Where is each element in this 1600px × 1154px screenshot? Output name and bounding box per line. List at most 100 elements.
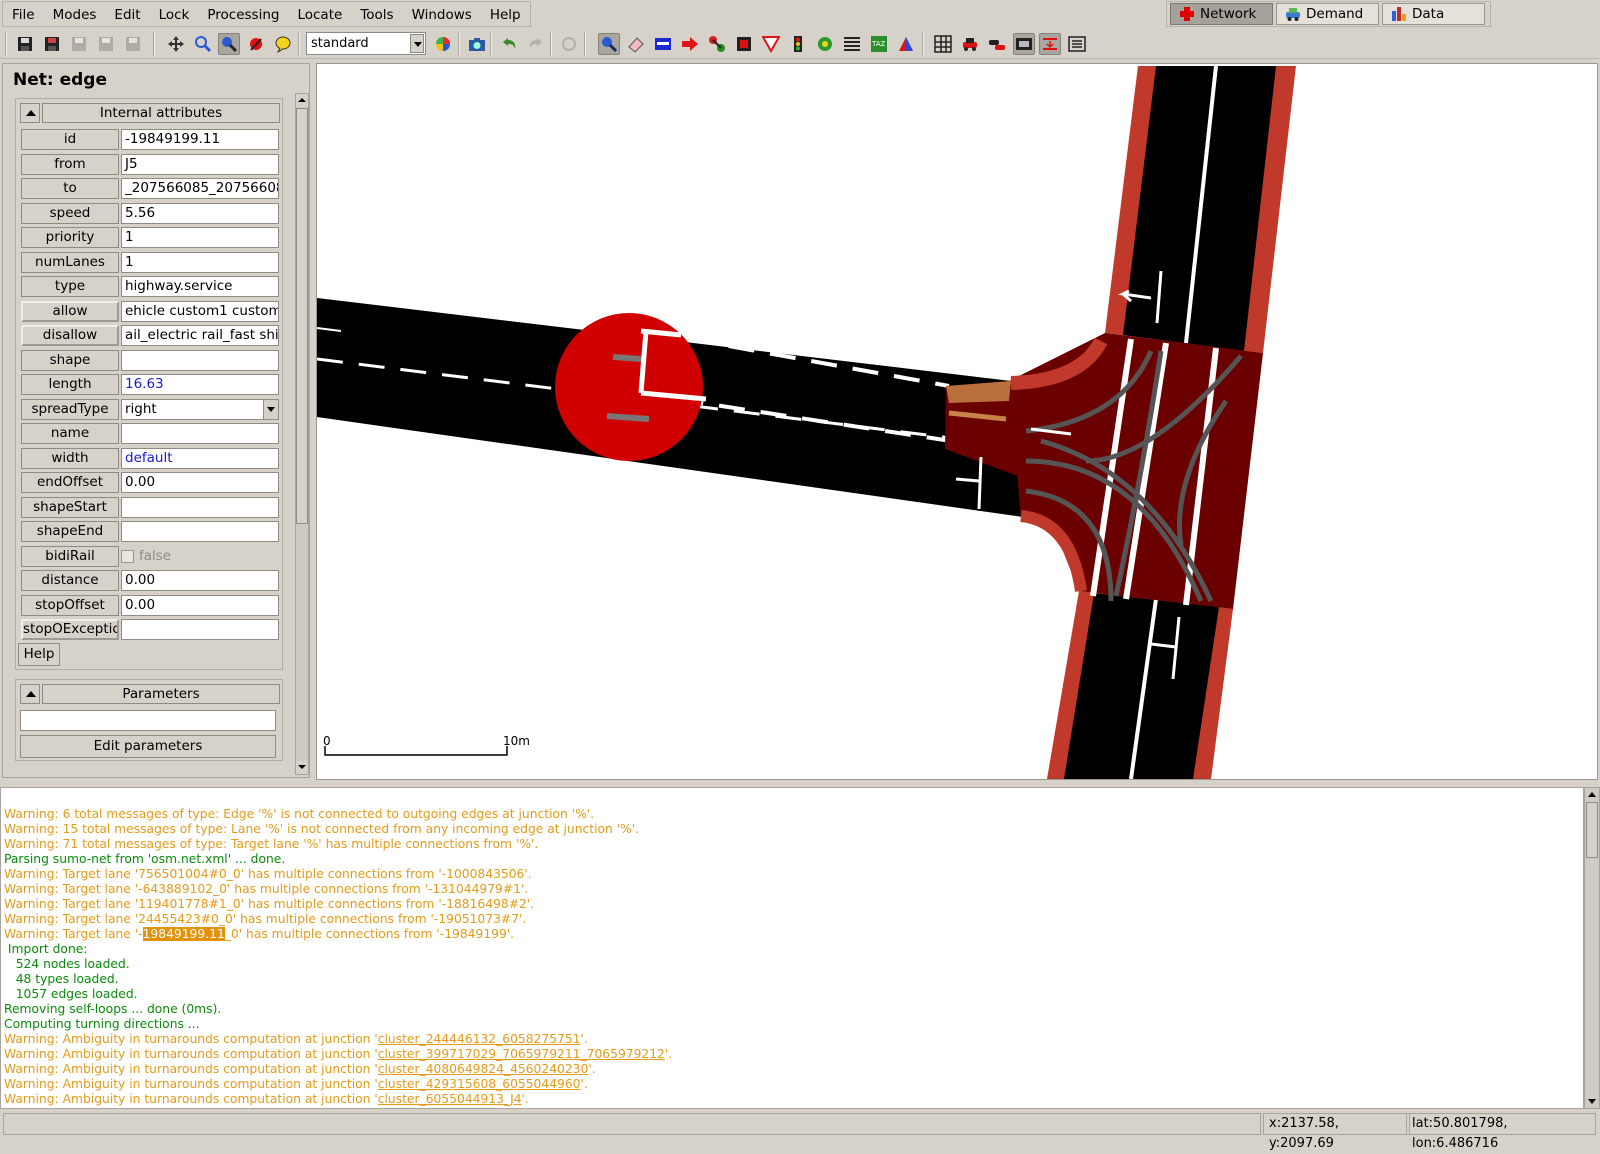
network-mode-button[interactable]: Network: [1170, 3, 1273, 25]
show-demand-button[interactable]: [986, 33, 1008, 55]
locate-button[interactable]: [218, 33, 240, 55]
junction-link[interactable]: cluster_429315608_6055044960: [378, 1077, 581, 1091]
prohibition-mode-button[interactable]: [760, 33, 782, 55]
menu-modes[interactable]: Modes: [44, 2, 106, 26]
collapse-internal-button[interactable]: [20, 103, 40, 123]
attribute-field-name[interactable]: [121, 423, 279, 444]
attribute-field-from[interactable]: J5: [121, 153, 279, 175]
attribute-field-stopoexception[interactable]: [121, 619, 279, 640]
menu-locate[interactable]: Locate: [288, 2, 351, 26]
junction-link[interactable]: cluster_4080649824_4560240230: [378, 1062, 589, 1076]
show-additional-sub-button[interactable]: [1066, 33, 1088, 55]
network-view[interactable]: 0 10m: [316, 63, 1598, 780]
panel-splitter[interactable]: [0, 780, 1600, 787]
attribute-label-allow[interactable]: allow: [21, 300, 119, 322]
save-additionals-button[interactable]: [95, 33, 117, 55]
menu-windows[interactable]: Windows: [403, 2, 481, 26]
menu-edit[interactable]: Edit: [105, 2, 149, 26]
move-mode-button[interactable]: [679, 33, 701, 55]
open-network-button[interactable]: [41, 33, 63, 55]
color-scheme-select[interactable]: standard: [306, 32, 426, 55]
attribute-field-width[interactable]: default: [121, 447, 279, 469]
parameters-title: Parameters: [42, 684, 280, 704]
inspect-mode-button[interactable]: [598, 33, 620, 55]
edit-coloring-button[interactable]: [432, 33, 454, 55]
attribute-field-distance[interactable]: 0.00: [121, 570, 279, 591]
save-network-button[interactable]: [68, 33, 90, 55]
toggle-grid-button[interactable]: [932, 33, 954, 55]
create-edge-button[interactable]: [706, 33, 728, 55]
help-button[interactable]: Help: [18, 643, 60, 666]
redo-button[interactable]: [525, 33, 547, 55]
attribute-field-stopoffset[interactable]: 0.00: [121, 594, 279, 616]
recenter-view-button[interactable]: [165, 33, 187, 55]
scroll-down-arrow-icon[interactable]: [296, 761, 308, 774]
message-scrollbar[interactable]: [1584, 787, 1600, 1109]
menu-processing[interactable]: Processing: [198, 2, 288, 26]
message-line: Warning: Ambiguity in turnarounds comput…: [1, 1062, 1583, 1077]
menu-help[interactable]: Help: [481, 2, 530, 26]
taz-mode-button[interactable]: TAZ: [868, 33, 890, 55]
toggle-junction-shape-button[interactable]: [1013, 33, 1035, 55]
attribute-label-stopoexception[interactable]: stopOException: [21, 619, 119, 640]
edit-parameters-button[interactable]: Edit parameters: [20, 735, 276, 758]
attribute-field-length[interactable]: 16.63: [121, 374, 279, 395]
scroll-up-arrow-icon[interactable]: [296, 94, 308, 107]
edit-viewport-button[interactable]: [245, 33, 267, 55]
shape-mode-button[interactable]: [895, 33, 917, 55]
attribute-field-priority[interactable]: 1: [121, 227, 279, 248]
junction-link[interactable]: cluster_399717029_7065979211_7065979212: [378, 1047, 665, 1061]
attribute-field-shapeend[interactable]: [121, 521, 279, 542]
toolbar: standard TAZ: [0, 29, 1600, 59]
attribute-field-id[interactable]: -19849199.11: [121, 129, 279, 150]
scroll-down-arrow-icon[interactable]: [1585, 1095, 1599, 1108]
toggle-spread-lanes-button[interactable]: [1039, 33, 1061, 55]
data-mode-button[interactable]: Data: [1382, 3, 1485, 25]
collapse-parameters-button[interactable]: [20, 684, 40, 704]
attribute-label-disallow[interactable]: disallow: [21, 325, 119, 346]
save-demand-button[interactable]: [122, 33, 144, 55]
demand-mode-button[interactable]: Demand: [1276, 3, 1379, 25]
inspector-scrollbar[interactable]: [295, 93, 309, 775]
parameters-field[interactable]: [20, 710, 276, 731]
message-text: _0' has multiple connections from '-1984…: [224, 927, 515, 941]
attribute-field-type[interactable]: highway.service: [121, 276, 279, 297]
scroll-thumb[interactable]: [1586, 802, 1598, 858]
menu-tools[interactable]: Tools: [351, 2, 402, 26]
scroll-up-arrow-icon[interactable]: [1585, 788, 1599, 801]
attribute-field-shape[interactable]: [121, 349, 279, 371]
menu-lock[interactable]: Lock: [150, 2, 199, 26]
crossing-mode-button[interactable]: [841, 33, 863, 55]
attribute-field-endoffset[interactable]: 0.00: [121, 472, 279, 493]
junction-link[interactable]: cluster_244446132_6058275751: [378, 1032, 581, 1046]
new-network-button[interactable]: [14, 33, 36, 55]
select-mode-button[interactable]: [652, 33, 674, 55]
inspect-magnifier-icon: [602, 37, 618, 53]
junction-link[interactable]: cluster_6055044913_J4: [378, 1092, 522, 1106]
attribute-field-disallow[interactable]: ail_electric rail_fast ship: [121, 325, 279, 346]
additional-mode-button[interactable]: [814, 33, 836, 55]
zoom-button[interactable]: [192, 33, 214, 55]
scroll-thumb[interactable]: [296, 108, 308, 524]
attribute-checkbox-bidirail[interactable]: [121, 549, 134, 563]
attribute-field-shapestart[interactable]: [121, 496, 279, 518]
connection-mode-button[interactable]: [733, 33, 755, 55]
screenshot-button[interactable]: [466, 33, 488, 55]
toggle-tooltips-button[interactable]: [272, 33, 294, 55]
message-line: 1057 edges loaded.: [4, 987, 138, 1001]
message-text: '.: [521, 1092, 529, 1106]
show-vehicles-button[interactable]: [959, 33, 981, 55]
attribute-field-to[interactable]: _207566085_207566086: [121, 178, 279, 199]
compute-junctions-button[interactable]: [558, 33, 580, 55]
internal-attributes-group: Internal attributes id -19849199.11 from J5…: [15, 98, 283, 670]
message-line: Warning: Target lane '119401778#1_0' has…: [4, 897, 535, 911]
attribute-field-speed[interactable]: 5.56: [121, 202, 279, 224]
undo-button[interactable]: [498, 33, 520, 55]
chevron-down-icon[interactable]: [263, 399, 278, 419]
delete-mode-button[interactable]: [625, 33, 647, 55]
attribute-field-numlanes[interactable]: 1: [121, 251, 279, 273]
menu-file[interactable]: File: [3, 2, 44, 26]
attribute-field-allow[interactable]: ehicle custom1 custom2: [121, 300, 279, 322]
traffic-light-mode-button[interactable]: [787, 33, 809, 55]
attribute-field-spreadtype[interactable]: right: [121, 398, 279, 420]
